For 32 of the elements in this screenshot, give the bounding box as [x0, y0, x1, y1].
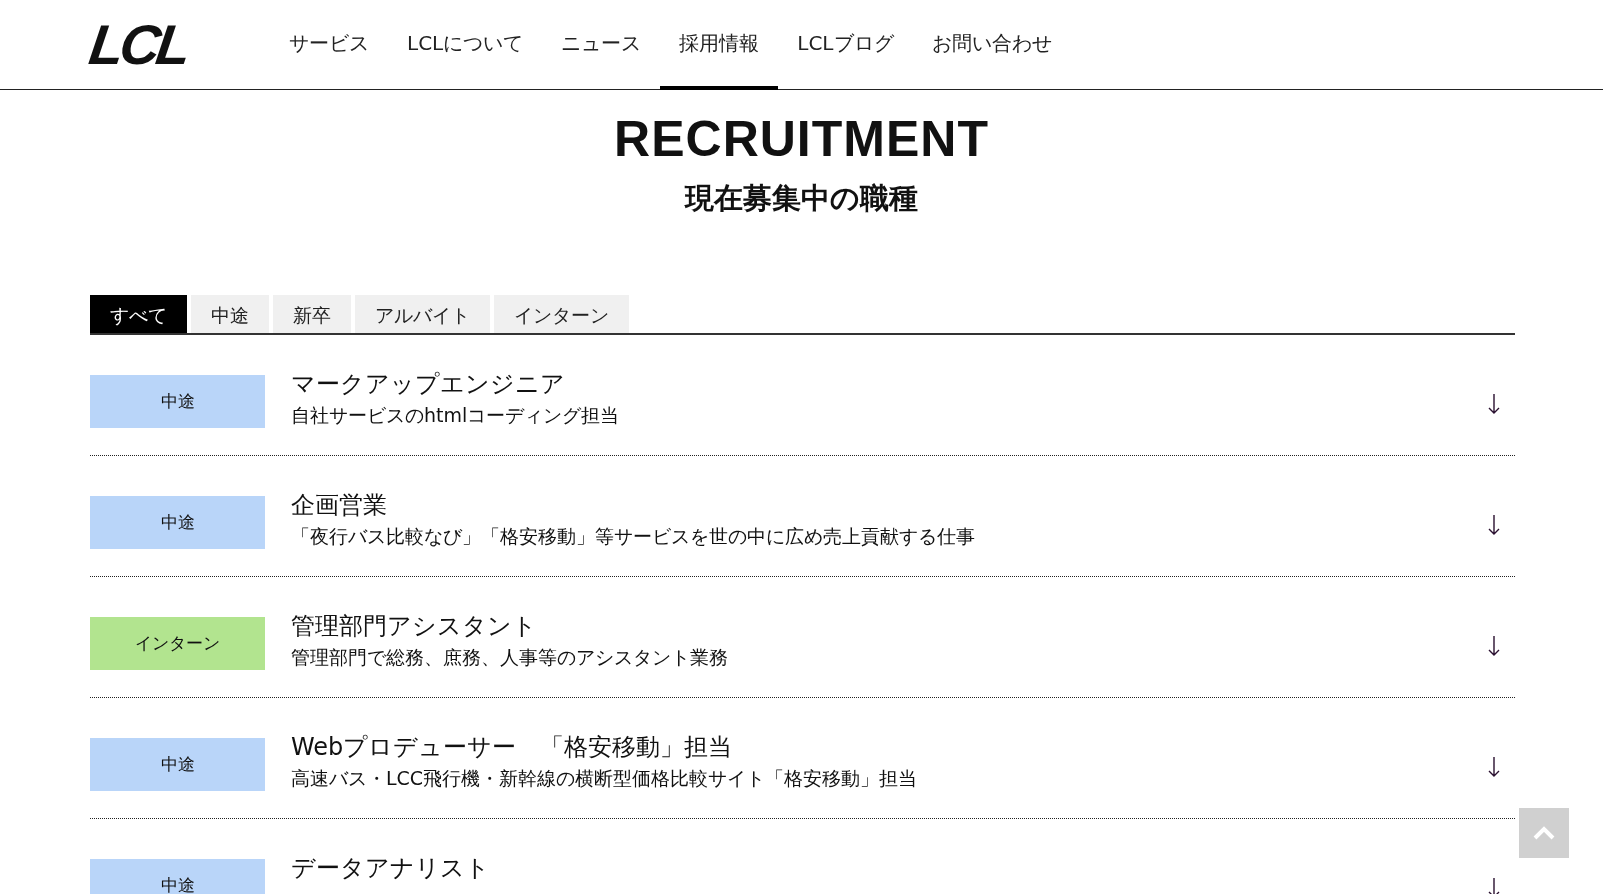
nav-link[interactable]: LCLブログ — [778, 0, 913, 90]
page-subtitle: 現在募集中の職種 — [683, 180, 919, 217]
nav-link[interactable]: 採用情報 — [660, 0, 779, 90]
filter-tab[interactable]: インターン — [494, 295, 629, 333]
nav-link[interactable]: ニュース — [542, 0, 661, 90]
job-description: 管理部門で総務、庶務、人事等のアシスタント業務 — [291, 645, 729, 670]
job-title[interactable]: 企画営業 — [291, 490, 1487, 520]
arrow-down-icon[interactable] — [1487, 514, 1501, 536]
category-label: 中途 — [160, 390, 195, 413]
chevron-up-icon — [1532, 825, 1556, 841]
arrow-down-icon[interactable] — [1487, 756, 1501, 778]
page-title: RECRUITMENT — [613, 112, 990, 167]
job-description: 自社サービスのhtmlコーディング担当 — [291, 403, 621, 428]
category-label: 中途 — [160, 753, 195, 776]
job-title[interactable]: データアナリスト — [291, 853, 1487, 883]
arrow-down-icon[interactable] — [1487, 393, 1501, 415]
category-label: インターン — [135, 632, 220, 655]
nav-link[interactable]: お問い合わせ — [912, 0, 1071, 90]
job-title[interactable]: マークアップエンジニア — [291, 369, 1487, 399]
filter-tab[interactable]: 新卒 — [273, 295, 351, 333]
filter-tab[interactable]: 中途 — [191, 295, 269, 333]
nav-link[interactable]: LCLについて — [388, 0, 543, 90]
category-label: 中途 — [160, 511, 195, 534]
arrow-down-icon[interactable] — [1487, 877, 1501, 894]
job-title[interactable]: Webプロデューサー 「格安移動」担当 — [291, 732, 1487, 762]
job-title[interactable]: 管理部門アシスタント — [291, 611, 1487, 641]
category-label: 中途 — [160, 874, 195, 894]
job-description: 「夜行バス比較なび」「格安移動」等サービスを世の中に広め売上貢献する仕事 — [291, 524, 976, 549]
filter-tab[interactable]: すべて — [90, 295, 187, 333]
filter-tab[interactable]: アルバイト — [355, 295, 490, 333]
arrow-down-icon[interactable] — [1487, 635, 1501, 657]
job-description: 高速バス・LCC飛行機・新幹線の横断型価格比較サイト「格安移動」担当 — [291, 766, 919, 791]
